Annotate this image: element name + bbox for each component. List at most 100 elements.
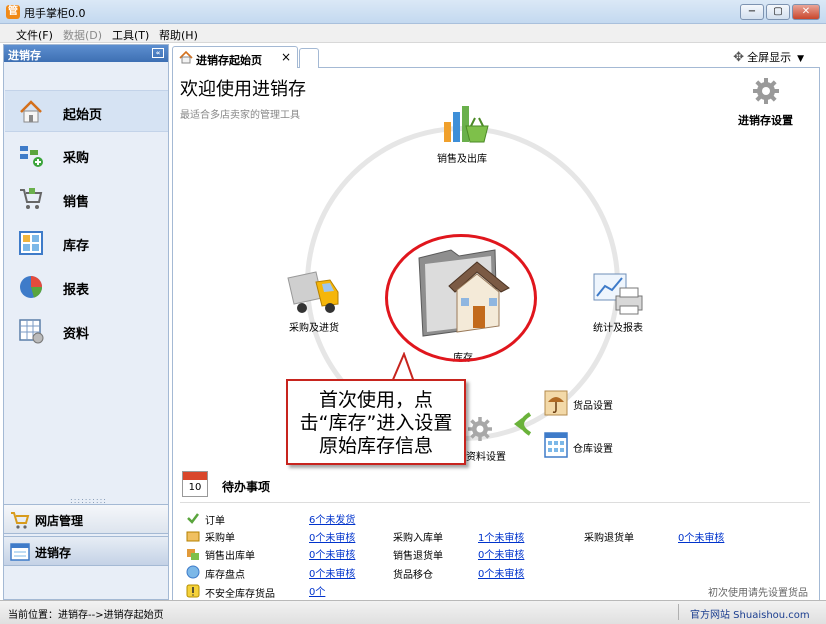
calendar-icon: 10 bbox=[182, 471, 208, 497]
inventory-grid-icon bbox=[19, 231, 43, 255]
warehouse-settings-label[interactable]: 仓库设置 bbox=[573, 440, 613, 455]
sidebar-item-label: 库存 bbox=[63, 239, 90, 254]
menu-data[interactable]: 数据(D) bbox=[63, 27, 102, 43]
todo-label-order: 订单 bbox=[205, 516, 225, 527]
todo-link-stock-transfer[interactable]: 0个未审核 bbox=[478, 565, 524, 580]
order-check-icon bbox=[187, 513, 199, 524]
delivery-truck-icon[interactable] bbox=[286, 268, 340, 316]
bottom-nav-label: 进销存 bbox=[35, 546, 72, 560]
menu-tools[interactable]: 工具(T) bbox=[112, 27, 149, 43]
page-title: 欢迎使用进销存 bbox=[180, 79, 306, 100]
stock-count-icon bbox=[186, 565, 200, 579]
dropdown-arrow-icon[interactable]: ▼ bbox=[797, 54, 804, 64]
current-location: 当前位置：进销存-->进销存起始页 bbox=[8, 610, 164, 621]
home-icon bbox=[179, 51, 193, 64]
callout-tooltip: 首次使用，点击“库存”进入设置原始库存信息 bbox=[286, 379, 466, 465]
purchase-inbound-label[interactable]: 采购及进货 bbox=[289, 319, 339, 334]
tab-label: 进销存起始页 bbox=[196, 54, 262, 67]
fullscreen-label: 全屏显示 bbox=[747, 51, 792, 64]
todo-link-sales-return[interactable]: 0个未审核 bbox=[478, 546, 524, 561]
gear-icon[interactable] bbox=[751, 76, 781, 106]
sales-bar-basket-icon[interactable] bbox=[440, 104, 490, 146]
sidebar-item-home[interactable]: 起始页 bbox=[5, 90, 168, 132]
todo-link-purchase-order[interactable]: 0个未审核 bbox=[309, 529, 355, 544]
calendar-icon-header bbox=[183, 472, 207, 480]
tab-strip: 进销存起始页 × ✥ 全屏显示 ▼ bbox=[172, 44, 820, 68]
warehouse-grid-icon[interactable] bbox=[544, 432, 568, 458]
divider bbox=[180, 502, 810, 503]
todo-label-purchase-inbound: 采购入库单 bbox=[393, 533, 443, 544]
new-tab-button[interactable] bbox=[299, 48, 319, 68]
pie-chart-icon bbox=[20, 276, 43, 298]
cart-icon bbox=[20, 188, 43, 209]
app-logo-icon: 管 bbox=[6, 5, 20, 19]
window-title: 甩手掌柜0.0 bbox=[24, 7, 86, 20]
umbrella-icon[interactable] bbox=[544, 390, 568, 416]
minimize-button[interactable]: − bbox=[740, 4, 764, 20]
todo-link-purchase-return[interactable]: 0个未审核 bbox=[678, 529, 724, 544]
data-grid-icon bbox=[19, 319, 44, 344]
close-window-button[interactable]: ✕ bbox=[792, 4, 820, 20]
purchase-icon bbox=[20, 146, 43, 167]
todo-label-stock-count: 库存盘点 bbox=[205, 570, 245, 581]
close-tab-icon[interactable]: × bbox=[281, 50, 291, 64]
data-settings-label[interactable]: 资料设置 bbox=[466, 448, 506, 463]
sales-outbound-label[interactable]: 销售及出库 bbox=[437, 150, 487, 165]
sidebar-title: 进销存 bbox=[8, 49, 41, 62]
goods-settings-label[interactable]: 货品设置 bbox=[573, 397, 613, 412]
todo-link-order[interactable]: 6个未发货 bbox=[309, 511, 355, 526]
sidebar-item-sales[interactable]: 销售 bbox=[5, 178, 168, 220]
sidebar-item-data[interactable]: 资料 bbox=[5, 310, 168, 352]
menu-help[interactable]: 帮助(H) bbox=[159, 27, 198, 43]
inventory-settings-link[interactable]: 进销存设置 bbox=[738, 112, 793, 128]
collapse-sidebar-button[interactable]: « bbox=[152, 48, 164, 58]
todo-label-sales-return: 销售退货单 bbox=[393, 551, 443, 562]
callout-text: 首次使用，点击“库存”进入设置原始库存信息 bbox=[299, 389, 453, 457]
sidebar-item-label: 报表 bbox=[63, 283, 90, 298]
status-separator bbox=[678, 604, 679, 620]
maximize-button[interactable]: ▢ bbox=[766, 4, 790, 20]
inventory-window-icon bbox=[10, 543, 30, 561]
title-bar: 管 甩手掌柜0.0 − ▢ ✕ bbox=[0, 0, 826, 24]
status-bar: 当前位置：进销存-->进销存起始页 官方网站 Shuaishou.com bbox=[0, 600, 826, 624]
sidebar-item-purchase[interactable]: 采购 bbox=[5, 134, 168, 176]
todo-link-purchase-inbound[interactable]: 1个未审核 bbox=[478, 529, 524, 544]
shop-cart-icon bbox=[11, 512, 30, 529]
purchase-order-icon bbox=[186, 531, 200, 542]
todo-link-unsafe-stock[interactable]: 0个 bbox=[309, 583, 325, 598]
arrow-icon bbox=[514, 412, 532, 436]
tab-inventory-home[interactable]: 进销存起始页 × bbox=[172, 46, 298, 68]
todo-label-unsafe-stock: 不安全库存货品 bbox=[205, 589, 275, 600]
calendar-day: 10 bbox=[188, 482, 202, 493]
todo-link-sales-outbound[interactable]: 0个未审核 bbox=[309, 546, 355, 561]
official-site-link[interactable]: 官方网站 Shuaishou.com bbox=[690, 606, 810, 621]
sidebar-item-reports[interactable]: 报表 bbox=[5, 266, 168, 308]
setup-hint: 初次使用请先设置货品 bbox=[708, 588, 808, 599]
bottom-nav-shop-management[interactable]: 网店管理 bbox=[3, 504, 169, 534]
sidebar-item-label: 起始页 bbox=[63, 108, 103, 123]
menu-bar: 文件(F) 数据(D) 工具(T) 帮助(H) bbox=[0, 24, 826, 43]
todo-label-stock-transfer: 货品移仓 bbox=[393, 570, 433, 581]
sales-outbound-icon bbox=[187, 549, 199, 560]
gear-icon[interactable] bbox=[466, 415, 494, 443]
sidebar-item-label: 资料 bbox=[63, 327, 90, 342]
move-icon: ✥ bbox=[733, 50, 745, 65]
todo-link-stock-count[interactable]: 0个未审核 bbox=[309, 565, 355, 580]
bottom-nav-inventory[interactable]: 进销存 bbox=[3, 536, 169, 566]
sidebar-item-label: 销售 bbox=[63, 195, 90, 210]
sidebar-header: 进销存 « bbox=[4, 45, 168, 62]
home-icon bbox=[20, 100, 42, 123]
bottom-nav-label: 网店管理 bbox=[35, 514, 84, 528]
todo-label-purchase-return: 采购退货单 bbox=[584, 533, 634, 544]
todo-label-purchase-order: 采购单 bbox=[205, 533, 235, 544]
menu-file[interactable]: 文件(F) bbox=[16, 27, 53, 43]
todo-title: 待办事项 bbox=[222, 480, 271, 494]
chart-printer-icon[interactable] bbox=[592, 272, 644, 316]
sidebar-item-inventory[interactable]: 库存 bbox=[5, 222, 168, 264]
warning-icon bbox=[186, 584, 200, 598]
highlight-circle bbox=[385, 234, 537, 362]
fullscreen-button[interactable]: ✥ 全屏显示 ▼ bbox=[733, 49, 804, 65]
sidebar-item-label: 采购 bbox=[63, 151, 90, 166]
stats-reports-label[interactable]: 统计及报表 bbox=[593, 319, 643, 334]
todo-label-sales-outbound: 销售出库单 bbox=[205, 551, 255, 562]
